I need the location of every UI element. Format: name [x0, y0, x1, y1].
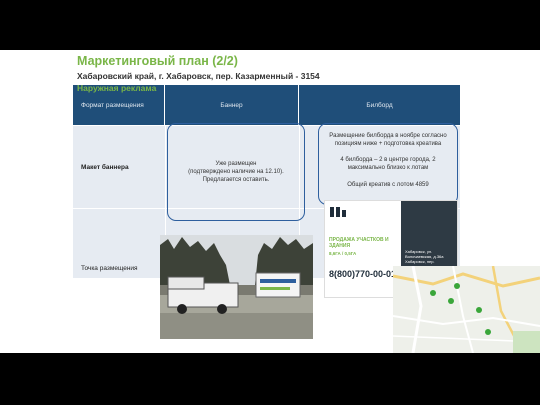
- row-label-banner-layout: Макет баннера: [73, 125, 165, 208]
- table-header-banner: Баннер: [165, 85, 299, 125]
- page-title: Маркетинговый план (2/2): [77, 54, 238, 68]
- slide: Маркетинговый план (2/2) Хабаровский кра…: [0, 50, 540, 353]
- billboard-area: 8,6ГА / 0,5ГА: [329, 251, 357, 256]
- table-header-billboard: Билборд: [299, 85, 460, 125]
- billboard-left-panel: ПРОДАЖА УЧАСТКОВ И ЗДАНИЯ 8,6ГА / 0,5ГА …: [325, 201, 401, 297]
- billboard-headline: ПРОДАЖА УЧАСТКОВ И ЗДАНИЯ: [329, 237, 389, 249]
- section-label: Наружная реклама: [77, 83, 157, 93]
- banner-note-box: Уже размещен (подтверждено наличие на 12…: [167, 123, 305, 221]
- billboard-phone: 8(800)770-00-01: [329, 269, 397, 279]
- row-label-location: Точка размещения: [73, 208, 165, 278]
- map-image: [393, 266, 540, 353]
- location-photo: [160, 235, 313, 339]
- location-map: [393, 266, 540, 353]
- page-subtitle: Хабаровский край, г. Хабаровск, пер. Каз…: [77, 71, 320, 81]
- location-photo-image: [160, 235, 313, 339]
- billboard-note-box: Размещение билборда в ноябре согласно по…: [318, 123, 458, 205]
- company-logo-icon: [330, 207, 346, 217]
